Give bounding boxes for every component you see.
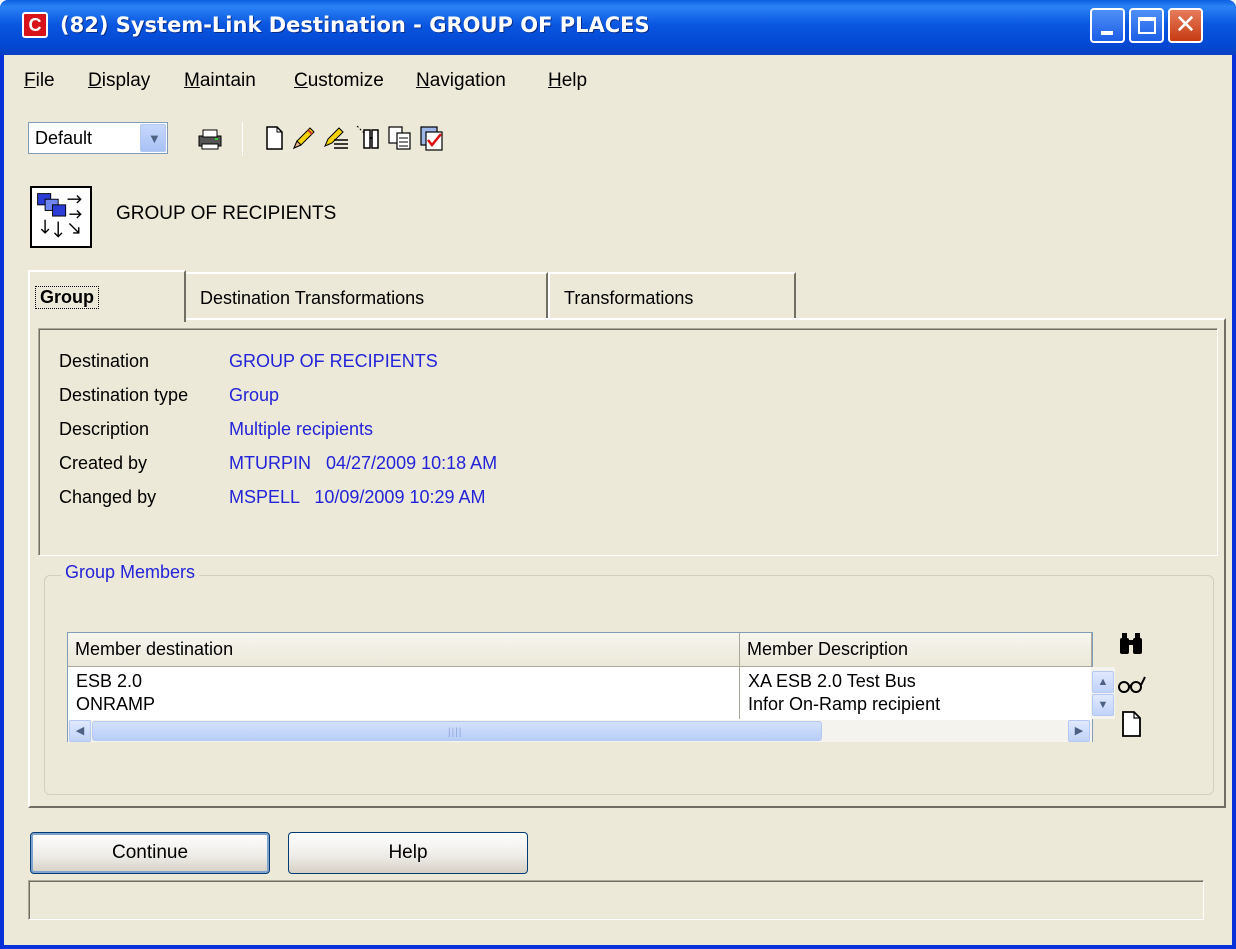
view-select-value: Default bbox=[35, 128, 93, 148]
scroll-grip-icon: |||| bbox=[448, 727, 463, 738]
window-title: (82) System-Link Destination - GROUP OF … bbox=[60, 13, 650, 37]
column-divider bbox=[739, 667, 740, 719]
destination-details: Destination GROUP OF RECIPIENTS Destinat… bbox=[38, 328, 1218, 556]
chevron-down-icon: ▼ bbox=[148, 131, 161, 146]
menu-maintain-label: aintain bbox=[199, 70, 256, 91]
title-bar[interactable]: C (82) System-Link Destination - GROUP O… bbox=[0, 0, 1236, 55]
grid-header: Member destination Member Description bbox=[68, 633, 1092, 667]
menu-customize-mnemonic: C bbox=[294, 70, 308, 91]
destination-type-value: Group bbox=[229, 385, 280, 405]
menu-help[interactable]: Help bbox=[548, 70, 587, 92]
menu-navigation[interactable]: Navigation bbox=[416, 70, 506, 92]
close-button[interactable]: ✕ bbox=[1168, 8, 1203, 43]
created-by-label: Created by bbox=[59, 453, 148, 473]
column-member-destination[interactable]: Member destination bbox=[68, 633, 740, 666]
table-row[interactable]: ESB 2.0 XA ESB 2.0 Test Bus bbox=[68, 671, 1092, 693]
menu-customize-label: ustomize bbox=[307, 70, 384, 91]
member-description-cell: XA ESB 2.0 Test Bus bbox=[748, 671, 916, 691]
tab-destination-transformations[interactable]: Destination Transformations bbox=[184, 272, 548, 320]
group-members-section: Group Members Member destination Member … bbox=[44, 562, 1214, 795]
help-button[interactable]: Help bbox=[288, 832, 528, 874]
close-icon: ✕ bbox=[1174, 10, 1197, 40]
tab-group[interactable]: Group bbox=[28, 270, 186, 322]
vertical-scrollbar[interactable]: ▲ ▼ bbox=[1091, 667, 1115, 719]
maximize-button[interactable] bbox=[1129, 8, 1164, 43]
binoculars-icon[interactable] bbox=[1115, 628, 1147, 660]
menu-customize[interactable]: Customize bbox=[294, 70, 384, 92]
continue-button[interactable]: Continue bbox=[30, 832, 270, 874]
destination-value: GROUP OF RECIPIENTS bbox=[229, 351, 438, 371]
status-bar bbox=[28, 880, 1204, 920]
checklist-icon[interactable] bbox=[418, 124, 446, 152]
print-icon[interactable] bbox=[196, 124, 224, 152]
view-select[interactable]: Default ▼ bbox=[28, 122, 168, 154]
description-value: Multiple recipients bbox=[229, 419, 374, 439]
group-members-grid[interactable]: Member destination Member Description ES… bbox=[67, 632, 1115, 742]
member-destination-cell: ONRAMP bbox=[76, 694, 156, 714]
menu-file-label: ile bbox=[35, 70, 55, 91]
tab-destination-transformations-label: Destination Transformations bbox=[200, 288, 425, 308]
maximize-icon bbox=[1138, 17, 1156, 34]
menu-display[interactable]: Display bbox=[88, 70, 150, 92]
menu-file[interactable]: File bbox=[24, 70, 55, 92]
member-description-cell: Infor On-Ramp recipient bbox=[748, 694, 941, 714]
group-tab-panel: Destination GROUP OF RECIPIENTS Destinat… bbox=[28, 318, 1226, 808]
destination-label: Destination bbox=[59, 351, 150, 371]
destination-header-label: GROUP OF RECIPIENTS bbox=[116, 203, 337, 224]
menu-help-mnemonic: H bbox=[548, 70, 562, 91]
created-by-value: MTURPIN 04/27/2009 10:18 AM bbox=[229, 453, 498, 473]
member-destination-cell: ESB 2.0 bbox=[76, 671, 143, 691]
menu-maintain[interactable]: Maintain bbox=[184, 70, 256, 92]
edit-list-icon[interactable] bbox=[322, 124, 350, 152]
menu-file-mnemonic: F bbox=[24, 70, 36, 91]
filter-icon[interactable] bbox=[354, 124, 382, 152]
minimize-icon bbox=[1101, 31, 1113, 35]
column-member-description[interactable]: Member Description bbox=[740, 633, 1092, 666]
edit-pencil-icon[interactable] bbox=[290, 124, 318, 152]
menu-navigation-label: avigation bbox=[429, 70, 506, 91]
menu-help-label: elp bbox=[561, 70, 588, 91]
toolbar-separator bbox=[242, 122, 243, 156]
menu-display-mnemonic: D bbox=[88, 70, 102, 91]
new-document-icon[interactable] bbox=[260, 124, 288, 152]
table-row[interactable]: ONRAMP Infor On-Ramp recipient bbox=[68, 694, 1092, 716]
tab-transformations-label: Transformations bbox=[564, 288, 694, 308]
description-label: Description bbox=[59, 419, 150, 439]
app-icon[interactable]: C bbox=[22, 12, 48, 38]
scroll-left-button[interactable]: ◀ bbox=[69, 720, 91, 742]
tab-group-label: Group bbox=[35, 286, 99, 309]
scroll-up-button[interactable]: ▲ bbox=[1092, 671, 1114, 693]
menu-navigation-mnemonic: N bbox=[416, 70, 430, 91]
horizontal-scroll-thumb[interactable]: |||| bbox=[92, 721, 822, 741]
tab-transformations[interactable]: Transformations bbox=[548, 272, 796, 320]
changed-by-value: MSPELL 10/09/2009 10:29 AM bbox=[229, 487, 486, 507]
view-select-dropdown-button[interactable]: ▼ bbox=[140, 124, 166, 152]
horizontal-scrollbar[interactable]: ◀ |||| ▶ bbox=[68, 720, 1092, 742]
application-window: C (82) System-Link Destination - GROUP O… bbox=[0, 0, 1236, 949]
group-destination-icon bbox=[30, 186, 92, 248]
scroll-right-button[interactable]: ▶ bbox=[1068, 720, 1090, 742]
new-document-icon[interactable] bbox=[1115, 708, 1147, 740]
menu-display-label: isplay bbox=[101, 70, 151, 91]
minimize-button[interactable] bbox=[1090, 8, 1125, 43]
scroll-down-button[interactable]: ▼ bbox=[1092, 694, 1114, 716]
destination-type-label: Destination type bbox=[59, 385, 189, 405]
changed-by-label: Changed by bbox=[59, 487, 157, 507]
group-members-title: Group Members bbox=[61, 562, 200, 583]
glasses-icon[interactable] bbox=[1115, 668, 1147, 700]
toolbar: Default ▼ bbox=[4, 118, 1232, 160]
menu-maintain-mnemonic: M bbox=[184, 70, 200, 91]
copy-icon[interactable] bbox=[386, 124, 414, 152]
